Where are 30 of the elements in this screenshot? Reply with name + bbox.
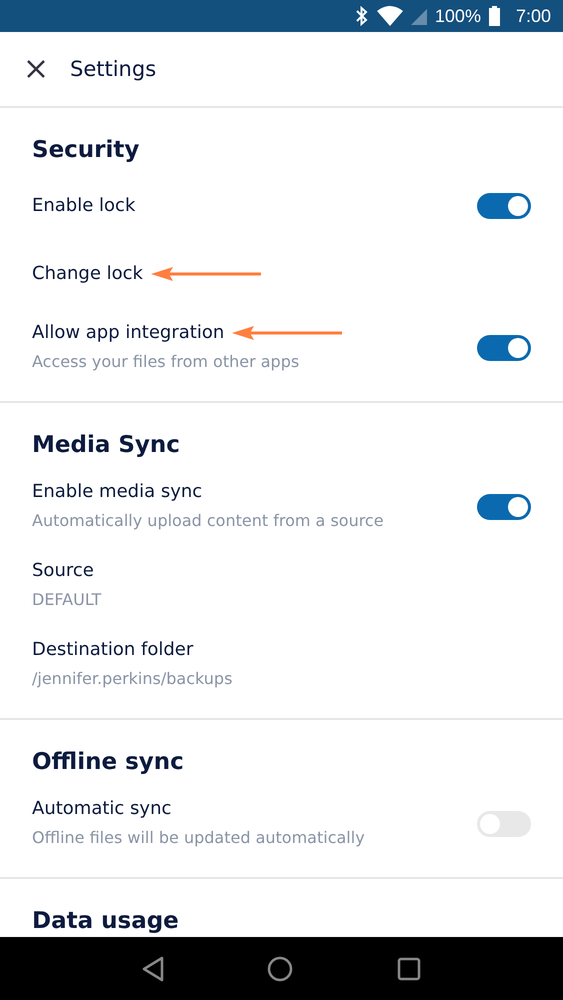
setting-subtitle: DEFAULT [32, 589, 102, 611]
home-button[interactable] [267, 956, 294, 982]
toggle-switch[interactable] [477, 334, 531, 360]
battery-percent: 100% [434, 6, 481, 26]
setting-title[interactable]: Enable lock [32, 194, 136, 218]
toggle-switch[interactable] [477, 494, 531, 520]
clock-time: 7:00 [516, 6, 551, 26]
signal-icon [410, 7, 427, 25]
section-heading: Data usage [32, 907, 179, 935]
section-heading: Security [32, 136, 140, 164]
setting-subtitle: Offline files will be updated automatically [32, 827, 365, 849]
toggle-switch[interactable] [477, 193, 531, 219]
setting-title[interactable]: Enable media sync [32, 480, 202, 504]
page-title: Settings [70, 57, 156, 81]
setting-subtitle: /jennifer.perkins/backups [32, 668, 232, 690]
close-button[interactable] [26, 59, 46, 79]
wifi-icon [376, 6, 403, 26]
setting-title[interactable]: Destination folder [32, 638, 194, 662]
setting-title[interactable]: Source [32, 559, 94, 583]
bluetooth-icon [354, 6, 369, 26]
battery-icon [488, 6, 500, 26]
section-heading: Media Sync [32, 431, 180, 459]
setting-title[interactable]: Automatic sync [32, 797, 172, 821]
setting-title[interactable]: Allow app integration [32, 321, 224, 345]
setting-title[interactable]: Change lock [32, 262, 143, 286]
setting-subtitle: Access your files from other apps [32, 351, 300, 373]
setting-subtitle: Automatically upload content from a source [32, 510, 384, 532]
section-heading: Offline sync [32, 748, 184, 776]
recents-button[interactable] [397, 956, 422, 980]
back-button[interactable] [142, 956, 164, 982]
